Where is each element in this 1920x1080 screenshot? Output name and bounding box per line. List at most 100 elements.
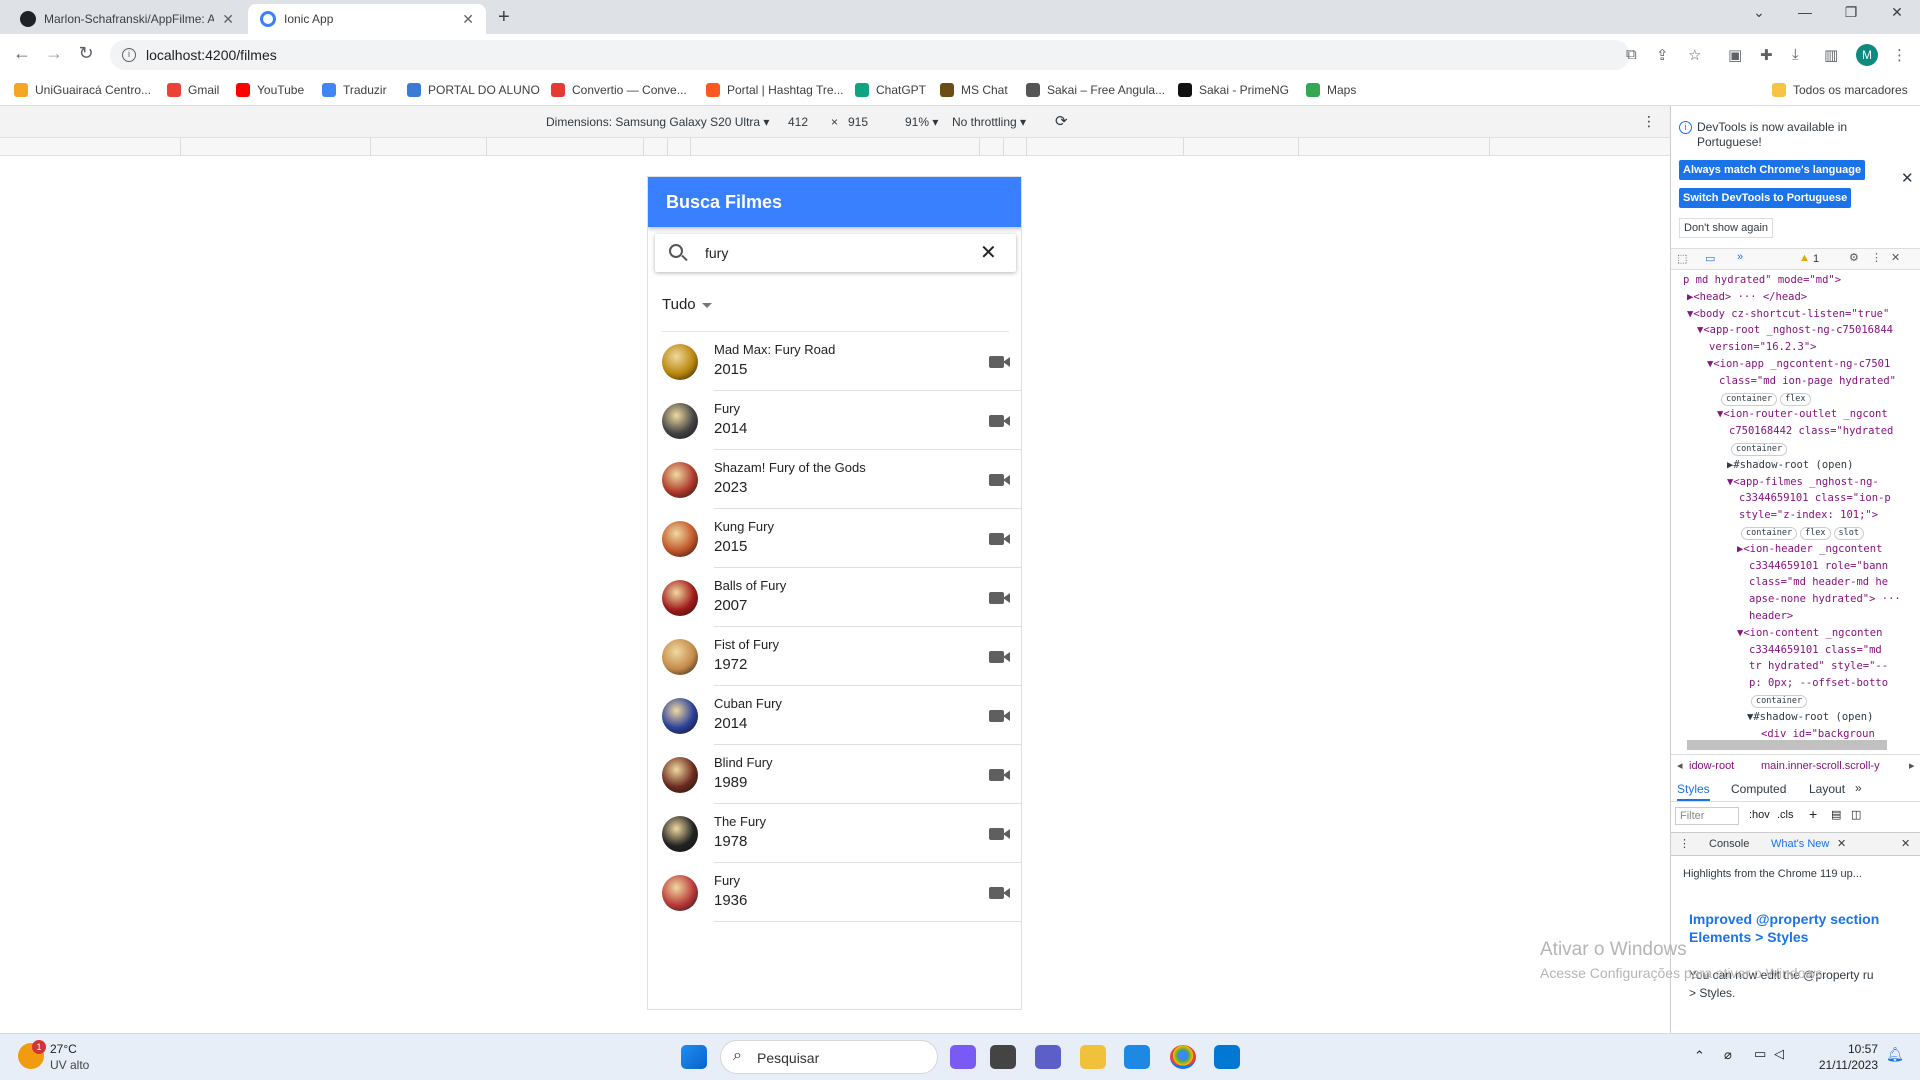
dom-node[interactable]: tr hydrated" style="-- (1671, 658, 1907, 675)
back-icon[interactable]: ← (10, 43, 34, 64)
breadcrumb-item[interactable]: idow-root (1689, 760, 1734, 772)
all-bookmarks[interactable]: Todos os marcadores (1772, 83, 1908, 97)
drawer-menu-icon[interactable]: ⋮ (1679, 837, 1690, 850)
tab-layout[interactable]: Layout (1809, 782, 1845, 796)
copilot-icon[interactable] (950, 1045, 976, 1069)
movie-item[interactable]: Kung Fury 2015 (648, 509, 1021, 568)
close-tab-icon[interactable]: ✕ (222, 11, 234, 28)
shadow-root-node[interactable]: ▼#shadow-root (open) (1671, 709, 1907, 726)
volume-icon[interactable]: ◁ (1774, 1046, 1784, 1062)
flex-badge[interactable]: flex (1800, 526, 1831, 540)
clock-time[interactable]: 10:57 (1808, 1042, 1878, 1056)
dom-node[interactable]: version="16.2.3"> (1671, 339, 1907, 356)
bookmark-item[interactable]: Convertio — Conve... (551, 83, 687, 97)
rotate-icon[interactable]: ⟳ (1055, 112, 1068, 130)
layout-badges[interactable]: container (1671, 440, 1907, 457)
movie-item[interactable]: Mad Max: Fury Road 2015 (648, 332, 1021, 391)
movie-item[interactable]: Balls of Fury 2007 (648, 568, 1021, 627)
sidebar-toggle-icon[interactable]: ◫ (1851, 808, 1861, 821)
device-more-icon[interactable]: ⋮ (1642, 113, 1656, 130)
dom-node[interactable]: ▼<app-root _nghost-ng-c75016844 (1671, 322, 1907, 339)
settings-gear-icon[interactable]: ⚙ (1849, 251, 1859, 264)
clock-date[interactable]: 21/11/2023 (1808, 1058, 1878, 1072)
ruler-tick[interactable] (1026, 138, 1027, 156)
teams-icon[interactable] (1035, 1045, 1061, 1069)
vscode-icon[interactable] (1214, 1045, 1240, 1069)
warning-icon[interactable]: ▲ (1799, 252, 1810, 264)
type-filter-select[interactable]: Tudo (662, 296, 712, 313)
more-panels-icon[interactable]: » (1737, 251, 1743, 263)
bookmark-item[interactable]: Sakai – Free Angula... (1026, 83, 1165, 97)
slot-badge[interactable]: slot (1833, 526, 1865, 540)
switch-portuguese-button[interactable]: Switch DevTools to Portuguese (1679, 188, 1852, 208)
dom-node[interactable]: <div id="backgroun (1671, 726, 1907, 740)
tab-console[interactable]: Console (1709, 838, 1749, 850)
task-view-icon[interactable] (990, 1045, 1016, 1069)
hov-toggle[interactable]: :hov (1749, 809, 1770, 821)
site-info-icon[interactable]: i (122, 48, 136, 62)
crumb-left-icon[interactable]: ◂ (1677, 759, 1683, 772)
chevron-up-icon[interactable]: ⌃ (1694, 1048, 1705, 1064)
ruler-tick[interactable] (180, 138, 181, 156)
tab-whats-new[interactable]: What's New (1771, 838, 1829, 850)
close-notice-icon[interactable]: ✕ (1901, 169, 1914, 187)
close-devtools-icon[interactable]: ✕ (1891, 251, 1900, 264)
shadow-root-node[interactable]: ▶#shadow-root (open) (1671, 457, 1907, 474)
forward-icon[interactable]: → (42, 43, 66, 64)
movie-item[interactable]: Fist of Fury 1972 (648, 627, 1021, 686)
dom-node[interactable]: ▶<ion-header _ngcontent (1671, 541, 1907, 558)
dom-node[interactable]: c3344659101 role="bann (1671, 558, 1907, 575)
tab-computed[interactable]: Computed (1731, 782, 1786, 796)
movie-item[interactable]: The Fury 1978 (648, 804, 1021, 863)
translate-icon[interactable]: ⧉ (1626, 46, 1637, 63)
crumb-right-icon[interactable]: ▸ (1909, 759, 1915, 772)
dom-node[interactable]: c3344659101 class="md (1671, 642, 1907, 659)
height-input[interactable]: 915 (848, 115, 868, 129)
bookmark-item[interactable]: Maps (1306, 83, 1356, 97)
bookmark-item[interactable]: PORTAL DO ALUNO (407, 83, 540, 97)
dom-node[interactable]: c750168442 class="hydrated (1671, 423, 1907, 440)
tab-github[interactable]: Marlon-Schafranski/AppFilme: A ✕ (8, 4, 246, 34)
movie-item[interactable]: Fury 1936 (648, 863, 1021, 922)
layout-badges[interactable]: container flex slot (1671, 524, 1907, 541)
dom-node[interactable]: apse-none hydrated"> ··· (1671, 591, 1907, 608)
horizontal-scrollbar[interactable] (1687, 740, 1887, 750)
close-tab-icon[interactable]: ✕ (462, 11, 474, 28)
close-drawer-icon[interactable]: ✕ (1901, 837, 1910, 850)
weather-status[interactable]: UV alto (50, 1058, 89, 1072)
dom-node[interactable]: class="md header-md he (1671, 574, 1907, 591)
reload-icon[interactable]: ↻ (74, 43, 98, 64)
ruler-tick[interactable] (486, 138, 487, 156)
bookmark-item[interactable]: UniGuairacá Centro... (14, 83, 151, 97)
container-badge[interactable]: container (1731, 442, 1788, 456)
breadcrumb-item[interactable]: main.inner-scroll.scroll-y (1761, 760, 1880, 772)
ruler-tick[interactable] (370, 138, 371, 156)
dom-node[interactable]: style="z-index: 101;"> (1671, 507, 1907, 524)
cls-toggle[interactable]: .cls (1777, 809, 1794, 821)
ruler-tick[interactable] (1298, 138, 1299, 156)
dom-node[interactable]: p md hydrated" mode="md"> (1671, 272, 1907, 289)
devtools-menu-icon[interactable]: ⋮ (1871, 251, 1882, 264)
match-language-button[interactable]: Always match Chrome's language (1679, 160, 1866, 180)
device-toggle-icon[interactable]: ▭ (1705, 252, 1715, 265)
file-explorer-icon[interactable] (1080, 1045, 1106, 1069)
more-tabs-icon[interactable]: » (1855, 781, 1862, 795)
dom-node[interactable]: ▼<ion-app _ngcontent-ng-c7501 (1671, 356, 1907, 373)
bookmark-star-icon[interactable]: ☆ (1688, 46, 1701, 64)
ruler-tick[interactable] (690, 138, 691, 156)
restore-icon[interactable]: ❐ (1828, 4, 1874, 21)
ruler-tick[interactable] (1003, 138, 1004, 156)
chrome-icon[interactable] (1170, 1045, 1196, 1069)
layout-badges[interactable]: container (1671, 692, 1907, 709)
bell-icon[interactable]: 🔔︎ (1886, 1046, 1904, 1063)
movie-item[interactable]: Blind Fury 1989 (648, 745, 1021, 804)
ruler-tick[interactable] (1183, 138, 1184, 156)
tab-styles[interactable]: Styles (1677, 782, 1710, 801)
display-icon[interactable]: ▭ (1754, 1046, 1766, 1062)
throttling-select[interactable]: No throttling ▾ (952, 115, 1026, 129)
dom-node[interactable]: p: 0px; --offset-botto (1671, 675, 1907, 692)
bookmark-item[interactable]: Traduzir (322, 83, 387, 97)
width-input[interactable]: 412 (788, 115, 808, 129)
close-window-icon[interactable]: ✕ (1874, 4, 1920, 21)
bookmark-item[interactable]: Gmail (167, 83, 219, 97)
